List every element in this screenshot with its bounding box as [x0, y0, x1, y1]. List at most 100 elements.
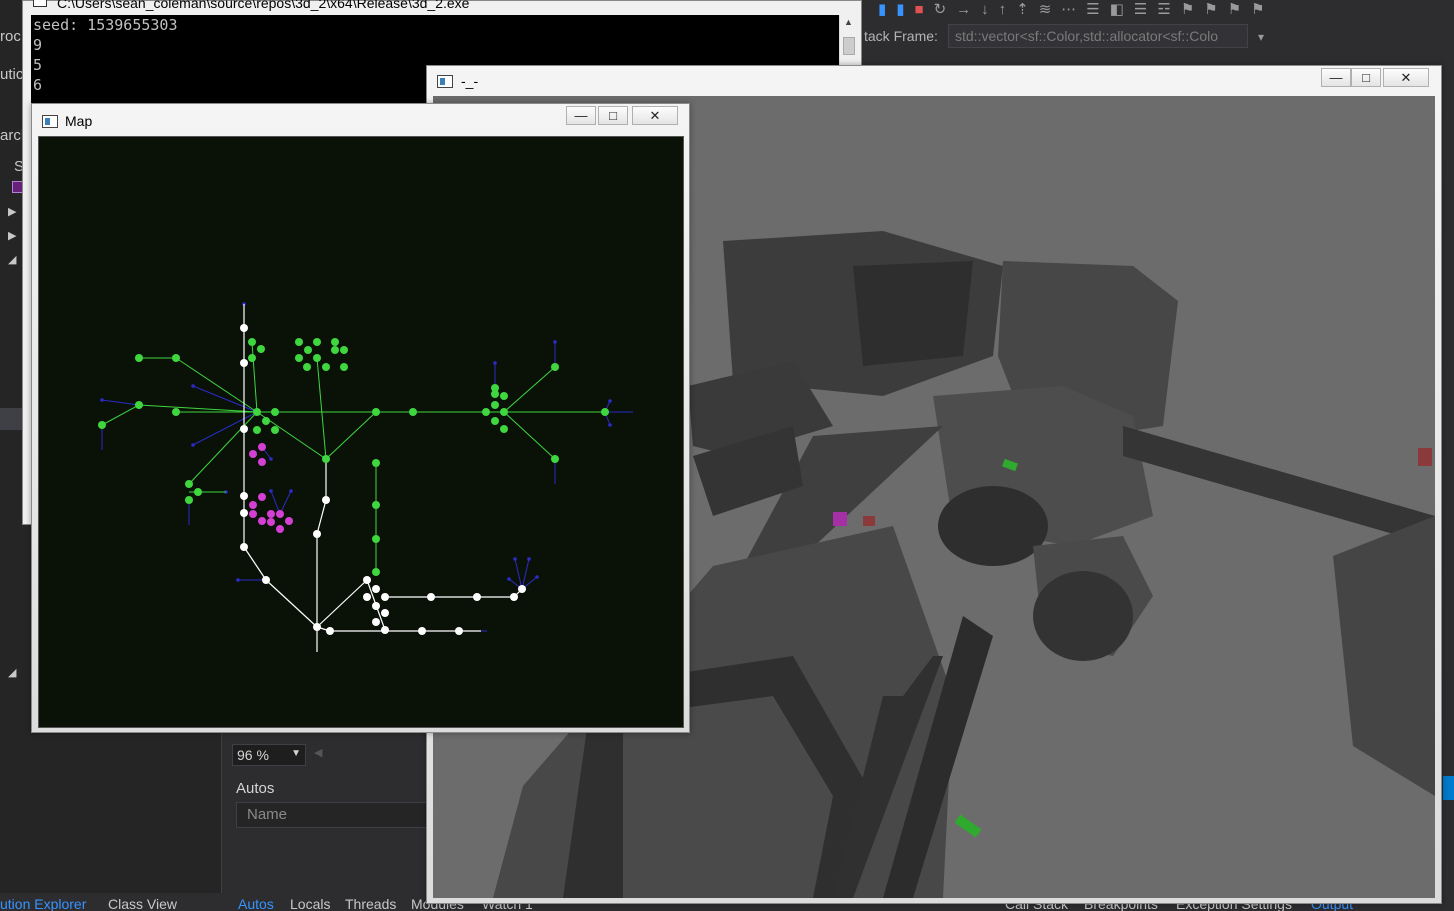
- map-green-node: [304, 346, 312, 354]
- map-green-node: [322, 363, 330, 371]
- map-green-edge: [503, 366, 556, 413]
- stack-frame-dropdown[interactable]: std::vector<sf::Color,std::allocator<sf:…: [948, 24, 1248, 48]
- tab-solution-explorer[interactable]: ution Explorer: [0, 896, 86, 911]
- map-green-node: [313, 354, 321, 362]
- map-white-edge: [243, 546, 267, 581]
- map-magenta-node: [267, 518, 275, 526]
- tab-threads[interactable]: Threads: [345, 896, 396, 911]
- selected-tree-row[interactable]: [0, 408, 22, 430]
- map-green-node: [248, 338, 256, 346]
- close-button[interactable]: ✕: [632, 106, 678, 125]
- map-white-edge: [265, 579, 318, 628]
- map-white-node: [518, 585, 526, 593]
- map-white-edge: [316, 499, 327, 535]
- scroll-up-icon[interactable]: ▲: [844, 17, 853, 27]
- zoom-dropdown[interactable]: 96 % ▼: [232, 744, 306, 766]
- map-green-edge: [188, 411, 258, 485]
- expand-arrow-icon[interactable]: ▶: [8, 205, 16, 218]
- map-green-node: [248, 354, 256, 362]
- map-canvas[interactable]: [38, 136, 684, 728]
- map-green-node: [313, 338, 321, 346]
- bookmark-icon[interactable]: ⚑⚑⚑⚑: [1181, 1, 1275, 18]
- map-window[interactable]: Map — □ ✕: [31, 103, 690, 733]
- map-green-node: [500, 392, 508, 400]
- stop-icon[interactable]: ■: [915, 1, 934, 18]
- map-green-node: [372, 408, 380, 416]
- map-green-node: [372, 501, 380, 509]
- map-blue-leaf: [191, 443, 195, 447]
- console-title: C:\Users\sean_coleman\source\repos\3d_2\…: [57, 0, 470, 11]
- map-green-edge: [101, 404, 140, 426]
- map-window-title: Map: [65, 113, 93, 129]
- zoom-value: 96 %: [237, 747, 269, 763]
- map-green-node: [551, 455, 559, 463]
- map-green-node: [253, 408, 261, 416]
- map-magenta-node: [258, 443, 266, 451]
- map-green-node: [322, 455, 330, 463]
- map-magenta-node: [285, 517, 293, 525]
- scroll-left-icon[interactable]: ◀: [314, 746, 322, 759]
- map-magenta-node: [258, 517, 266, 525]
- map-green-node: [340, 363, 348, 371]
- map-white-node: [240, 509, 248, 517]
- map-blue-leaf: [191, 384, 195, 388]
- debug-toolbar: ▮▮■↻→↓↑⇡≋⋯☰◧☰☲⚑⚑⚑⚑ tack Frame: std::vect…: [862, 0, 1454, 62]
- minimize-button[interactable]: —: [1321, 68, 1351, 87]
- map-white-node: [381, 593, 389, 601]
- map-green-node: [491, 417, 499, 425]
- right-edge-panel: [1440, 0, 1454, 911]
- map-green-edge: [138, 404, 258, 413]
- chevron-down-icon[interactable]: ▾: [1258, 30, 1264, 44]
- map-white-node: [473, 593, 481, 601]
- scroll-thumb[interactable]: [843, 37, 855, 55]
- console-scrollbar[interactable]: ▲: [839, 15, 857, 65]
- left-text-fragment: utic: [0, 66, 24, 83]
- map-white-node: [326, 627, 334, 635]
- pause-icon[interactable]: ▮▮: [878, 1, 915, 18]
- tab-locals[interactable]: Locals: [290, 896, 330, 911]
- close-button[interactable]: ✕: [1383, 68, 1429, 87]
- map-green-node: [340, 346, 348, 354]
- map-blue-leaf: [553, 340, 557, 344]
- map-white-node: [455, 627, 463, 635]
- map-blue-leaf: [236, 578, 240, 582]
- map-white-node: [262, 576, 270, 584]
- map-white-node: [313, 530, 321, 538]
- minimize-button[interactable]: —: [566, 106, 596, 125]
- toolbar-misc-icon[interactable]: ≋⋯☰◧☰☲: [1039, 1, 1181, 18]
- map-blue-leaf: [513, 557, 517, 561]
- map-white-node: [240, 324, 248, 332]
- maximize-button[interactable]: □: [1351, 68, 1381, 87]
- window-app-icon: [42, 115, 58, 128]
- map-green-node: [135, 354, 143, 362]
- map-white-node: [510, 593, 518, 601]
- restart-icon[interactable]: ↻: [934, 1, 957, 18]
- map-green-node: [601, 408, 609, 416]
- maximize-button[interactable]: □: [598, 106, 628, 125]
- map-green-node: [257, 345, 265, 353]
- map-white-node: [372, 618, 380, 626]
- map-green-node: [303, 363, 311, 371]
- map-white-node: [240, 425, 248, 433]
- cylinder: [938, 486, 1048, 566]
- collapse-arrow-icon[interactable]: ◢: [8, 253, 16, 266]
- map-blue-leaf: [527, 557, 531, 561]
- map-magenta-node: [267, 510, 275, 518]
- tab-autos[interactable]: Autos: [238, 896, 274, 911]
- expand-arrow-icon[interactable]: ▶: [8, 229, 16, 242]
- collapse-arrow-icon[interactable]: ◢: [8, 666, 16, 679]
- tab-class-view[interactable]: Class View: [108, 896, 177, 911]
- step-icon[interactable]: →↓↑⇡: [956, 1, 1039, 18]
- map-white-node: [418, 627, 426, 635]
- map-green-node: [98, 421, 106, 429]
- map-green-node: [372, 459, 380, 467]
- map-blue-leaf: [507, 577, 511, 581]
- map-blue-leaf: [100, 398, 104, 402]
- red-marker: [1418, 448, 1432, 466]
- autos-name-header[interactable]: Name: [236, 802, 430, 828]
- map-white-edge: [316, 579, 368, 628]
- chevron-down-icon: ▼: [291, 748, 301, 759]
- map-green-node: [372, 568, 380, 576]
- graph-map: [98, 302, 633, 652]
- map-green-node: [500, 408, 508, 416]
